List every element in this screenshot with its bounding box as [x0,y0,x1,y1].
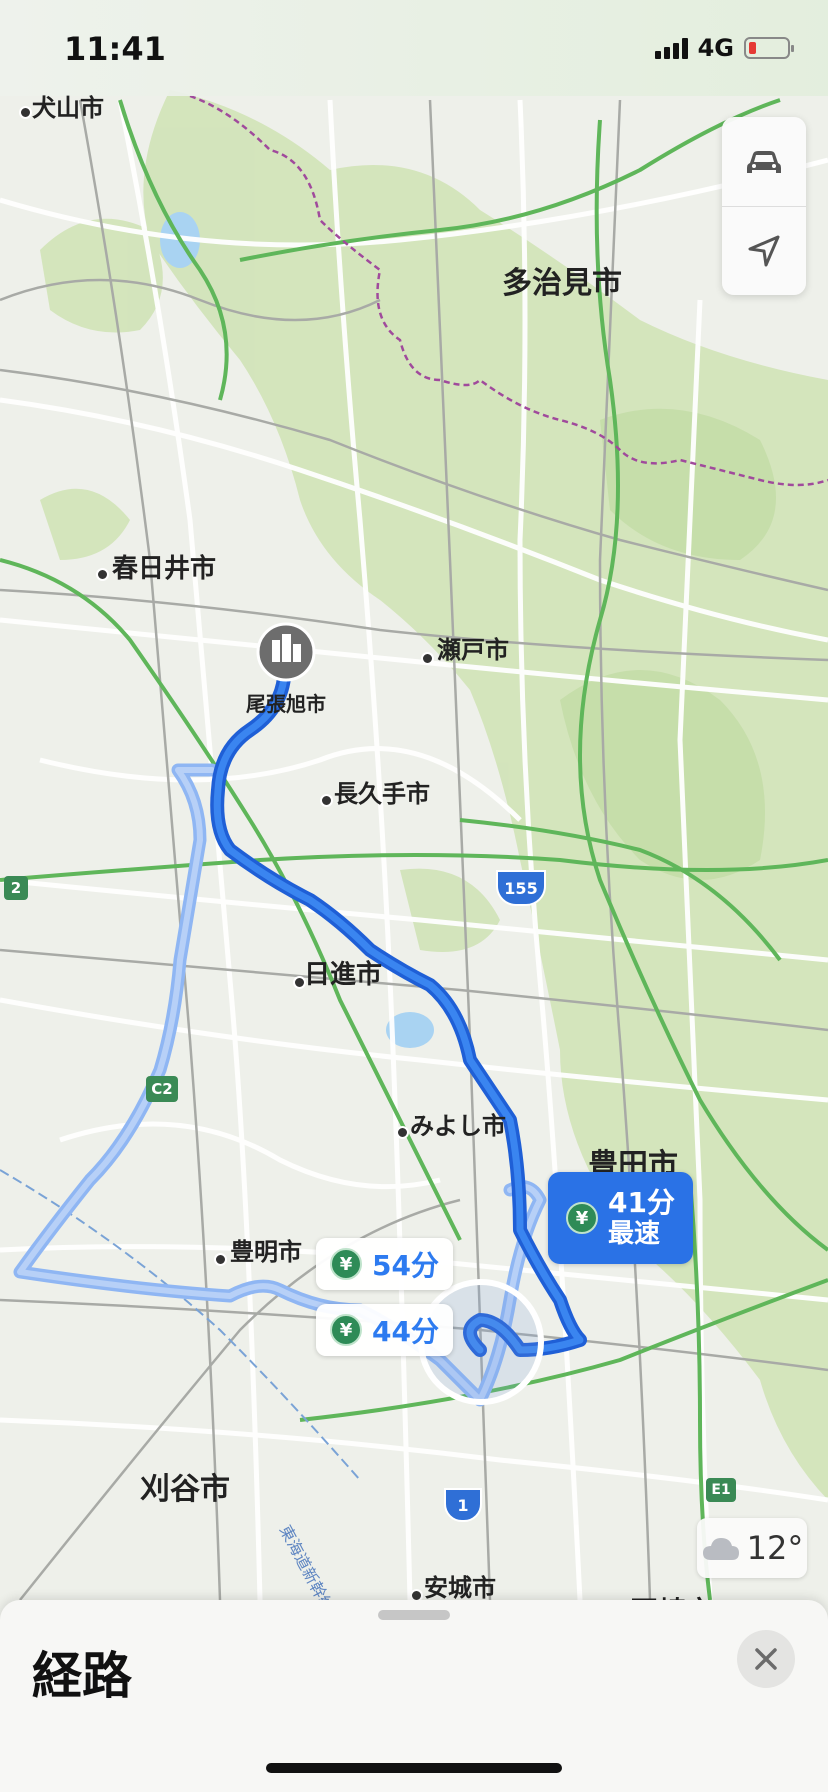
route-time: 54分 [372,1249,439,1282]
city-label[interactable]: みよし市 [410,1106,506,1141]
toll-yen-icon: ¥ [330,1314,362,1346]
city-dot [96,568,109,581]
route-alt1-callout[interactable]: ¥ 54分 [316,1238,453,1290]
city-dot [320,794,333,807]
close-button[interactable] [737,1630,795,1688]
route-time: 41分 [608,1185,675,1219]
cloud-icon [702,1538,739,1560]
city-dot [19,106,32,119]
close-icon [755,1648,777,1670]
location-arrow-icon[interactable] [722,206,806,295]
status-indicators: 4G [654,34,794,62]
route-fastest-callout[interactable]: ¥ 41分 最速 [548,1172,693,1264]
battery-icon [744,37,794,59]
city-label[interactable]: 瀬戸市 [437,630,509,665]
route-shield: 1 [444,1488,482,1522]
route-fastest-tag: 最速 [608,1219,661,1250]
temperature: 12° [746,1529,804,1567]
route-shield: 155 [496,870,546,906]
home-indicator[interactable] [266,1763,562,1773]
city-label[interactable]: 豊明市 [230,1232,302,1267]
sheet-grabber[interactable] [378,1610,450,1620]
city-label[interactable]: 長久手市 [334,774,430,809]
city-dot [421,652,434,665]
map-controls [722,117,806,295]
route-time: 44分 [372,1315,439,1348]
city-label[interactable]: 日進市 [304,954,382,991]
sheet-title: 経路 [32,1647,132,1705]
status-bar: 11:41 4G [0,0,828,96]
toll-yen-icon: ¥ [566,1202,598,1234]
weather-badge[interactable]: 12° [697,1518,807,1578]
building-marker-icon[interactable] [256,622,316,682]
city-label[interactable]: 刈谷市 [140,1464,230,1508]
city-label[interactable]: 安城市 [424,1568,496,1603]
route-shield: C2 [146,1076,178,1102]
route-alt2-callout[interactable]: ¥ 44分 [316,1304,453,1356]
city-label[interactable]: 尾張旭市 [246,688,326,717]
toll-yen-icon: ¥ [330,1248,362,1280]
route-shield: E1 [706,1478,736,1502]
city-label[interactable]: 多治見市 [502,258,622,302]
status-time: 11:41 [64,30,166,68]
route-shield: 2 [4,876,28,900]
city-label[interactable]: 犬山市 [32,88,104,123]
city-dot [214,1253,227,1266]
car-icon[interactable] [722,117,806,207]
city-dot [396,1126,409,1139]
city-label[interactable]: 春日井市 [112,548,216,585]
route-fastest-text: 41分 最速 [608,1186,675,1251]
cell-signal-icon [654,37,688,59]
network-type: 4G [697,34,734,62]
